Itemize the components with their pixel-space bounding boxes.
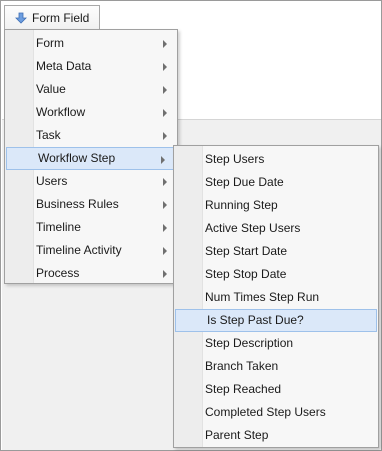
chevron-right-icon (163, 109, 167, 117)
submenu-item-step-reached[interactable]: Step Reached (174, 378, 378, 401)
submenu-item-running-step[interactable]: Running Step (174, 194, 378, 217)
submenu-item-step-due-date[interactable]: Step Due Date (174, 171, 378, 194)
submenu-item-active-step-users[interactable]: Active Step Users (174, 217, 378, 240)
chevron-right-icon (163, 201, 167, 209)
chevron-right-icon (163, 247, 167, 255)
menu-item-task[interactable]: Task (5, 124, 177, 147)
submenu-item-step-stop-date[interactable]: Step Stop Date (174, 263, 378, 286)
chevron-right-icon (163, 40, 167, 48)
chevron-right-icon (163, 178, 167, 186)
submenu-item-step-description[interactable]: Step Description (174, 332, 378, 355)
menu-item-label: Timeline (36, 220, 81, 234)
form-field-button[interactable]: Form Field (4, 5, 100, 29)
submenu-item-branch-taken[interactable]: Branch Taken (174, 355, 378, 378)
submenu-item-parent-step[interactable]: Parent Step (174, 424, 378, 447)
submenu-item-is-step-past-due[interactable]: Is Step Past Due? (175, 309, 377, 332)
chevron-right-icon (163, 224, 167, 232)
menu-item-label: Workflow Step (38, 151, 116, 165)
menu-item-workflow[interactable]: Workflow (5, 101, 177, 124)
chevron-right-icon (163, 270, 167, 278)
field-category-menu: Form Meta Data Value Workflow Task Workf… (4, 29, 178, 284)
menu-item-users[interactable]: Users (5, 170, 177, 193)
submenu-item-num-times-step-run[interactable]: Num Times Step Run (174, 286, 378, 309)
menu-item-timeline-activity[interactable]: Timeline Activity (5, 239, 177, 262)
menu-item-label: Business Rules (36, 197, 119, 211)
menu-item-business-rules[interactable]: Business Rules (5, 193, 177, 216)
menu-item-label: Timeline Activity (36, 243, 122, 257)
menu-item-process[interactable]: Process (5, 262, 177, 285)
menu-item-timeline[interactable]: Timeline (5, 216, 177, 239)
menu-item-label: Value (36, 82, 66, 96)
submenu-item-step-start-date[interactable]: Step Start Date (174, 240, 378, 263)
workflow-step-submenu: Step Users Step Due Date Running Step Ac… (173, 145, 379, 448)
chevron-right-icon (163, 132, 167, 140)
menu-item-label: Task (36, 128, 61, 142)
submenu-item-completed-step-users[interactable]: Completed Step Users (174, 401, 378, 424)
chevron-right-icon (163, 63, 167, 71)
menu-item-label: Process (36, 266, 80, 280)
form-field-label: Form Field (32, 10, 90, 25)
menu-item-meta-data[interactable]: Meta Data (5, 55, 177, 78)
menu-item-label: Users (36, 174, 68, 188)
menu-item-label: Workflow (36, 105, 86, 119)
menu-item-form[interactable]: Form (5, 32, 177, 55)
menu-item-label: Form (36, 36, 64, 50)
menu-item-workflow-step[interactable]: Workflow Step (6, 147, 176, 170)
menu-item-label: Meta Data (36, 59, 92, 73)
down-arrow-icon (15, 12, 27, 24)
chevron-right-icon (163, 86, 167, 94)
menu-item-value[interactable]: Value (5, 78, 177, 101)
chevron-right-icon (161, 156, 165, 164)
submenu-item-step-users[interactable]: Step Users (174, 148, 378, 171)
